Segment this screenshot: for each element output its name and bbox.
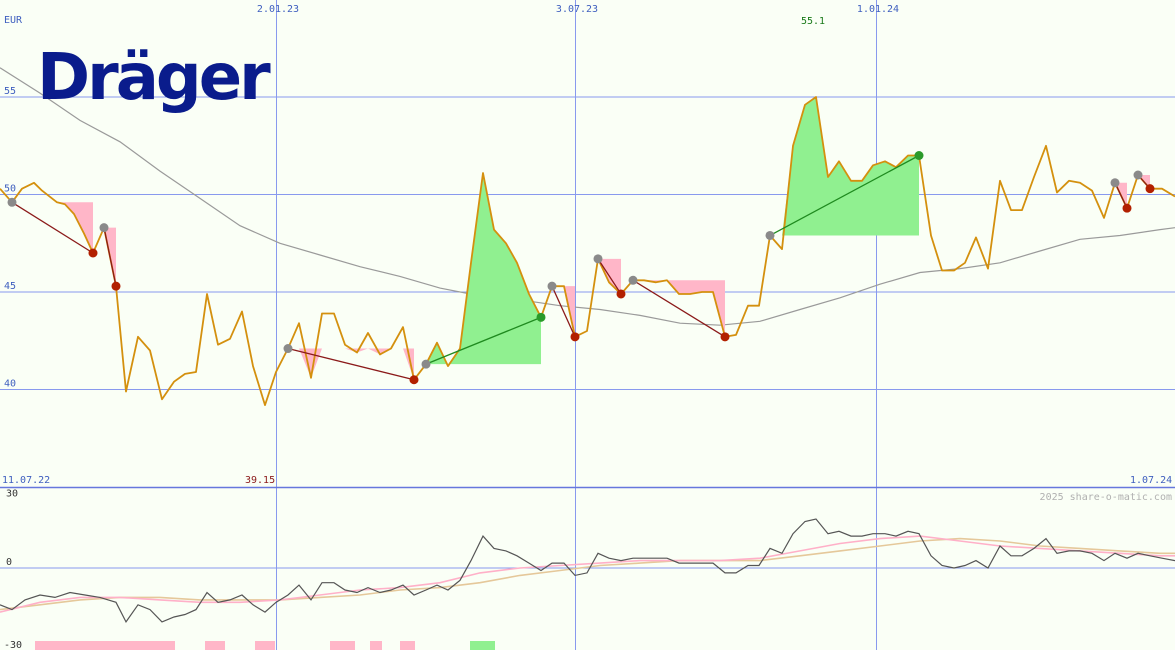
signal-end-marker-2 [409,375,419,385]
signal-start-marker-5 [593,254,603,264]
osc-volume-bar-2 [255,641,275,650]
osc-volume-bar-0 [35,641,175,650]
signal-start-marker-8 [1110,178,1120,188]
start-date-label: 11.07.22 [2,475,50,486]
osc-tick-label-30: 30 [6,489,18,500]
signal-start-marker-2 [283,344,293,354]
max-price-label: 55.1 [801,16,825,27]
signal-end-marker-8 [1122,203,1132,213]
osc-volume-bar-3 [330,641,355,650]
min-price-label: 39.15 [245,475,275,486]
signal-start-marker-1 [99,223,109,233]
date-tick-label-1: 3.07.23 [556,4,598,15]
signal-start-marker-7 [765,230,775,240]
date-tick-label-2: 1.01.24 [857,4,899,15]
signal-end-marker-1 [111,281,121,291]
company-logo: Dräger [37,41,271,115]
osc-tick-label--30: -30 [4,640,22,650]
price-tick-label-55: 55 [4,86,16,97]
signal-end-marker-5 [616,289,626,299]
signal-start-marker-3 [421,359,431,369]
date-tick-label-0: 2.01.23 [257,4,299,15]
signal-end-marker-9 [1145,184,1155,194]
signal-end-marker-0 [88,248,98,258]
signal-start-marker-0 [7,197,17,207]
signal-end-marker-3 [536,312,546,322]
signal-end-marker-6 [720,332,730,342]
signal-start-marker-6 [628,275,638,285]
end-date-label: 1.07.24 [1130,475,1172,486]
copyright-label: 2025 share-o-matic.com [1040,492,1172,503]
osc-volume-bar-1 [205,641,225,650]
osc-tick-label-0: 0 [6,557,12,568]
osc-volume-bar-5 [400,641,415,650]
price-tick-label-45: 45 [4,281,16,292]
osc-volume-bar-4 [370,641,382,650]
signal-start-marker-4 [547,281,557,291]
currency-label: EUR [4,15,23,26]
signal-end-marker-4 [570,332,580,342]
price-tick-label-40: 40 [4,379,16,390]
osc-volume-bar-6 [470,641,495,650]
signal-start-marker-9 [1133,170,1143,180]
signal-end-marker-7 [914,151,924,160]
price-tick-label-50: 50 [4,184,16,195]
stock-chart: 30 0 -30 40 45 50 55 2.01.23 3.07.23 1.01.24 Drä… [0,0,1175,650]
